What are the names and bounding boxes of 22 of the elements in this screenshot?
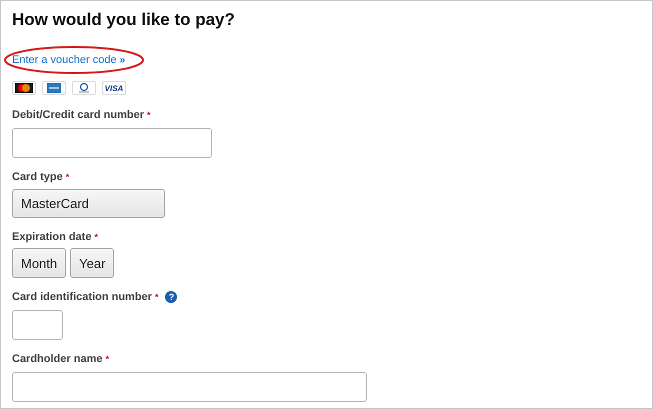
text-input-field[interactable] xyxy=(12,128,212,158)
field-label: Cardholder name xyxy=(12,353,102,365)
mastercard-logo-icon xyxy=(12,81,36,95)
date-select-button[interactable]: Month xyxy=(12,248,66,278)
text-input-field[interactable] xyxy=(12,310,63,340)
card-type-select[interactable]: MasterCard xyxy=(12,189,165,218)
amex-logo-icon xyxy=(42,81,66,95)
help-icon[interactable]: ? xyxy=(165,291,178,303)
required-asterisk: * xyxy=(105,354,109,364)
visa-logo: VISA xyxy=(102,81,126,95)
required-asterisk: * xyxy=(94,232,98,242)
field-label: Expiration date xyxy=(12,231,92,243)
diners-logo-icon xyxy=(72,81,96,95)
date-select-button[interactable]: Year xyxy=(70,248,114,278)
required-asterisk: * xyxy=(66,172,70,182)
required-asterisk: * xyxy=(154,292,158,302)
field-label: Card type xyxy=(12,171,63,183)
required-asterisk: * xyxy=(147,110,151,120)
page-title: How would you like to pay? xyxy=(12,9,236,31)
text-input-field[interactable] xyxy=(12,372,367,402)
field-label: Card identification number xyxy=(12,291,152,303)
field-label: Debit/Credit card number xyxy=(12,109,144,121)
